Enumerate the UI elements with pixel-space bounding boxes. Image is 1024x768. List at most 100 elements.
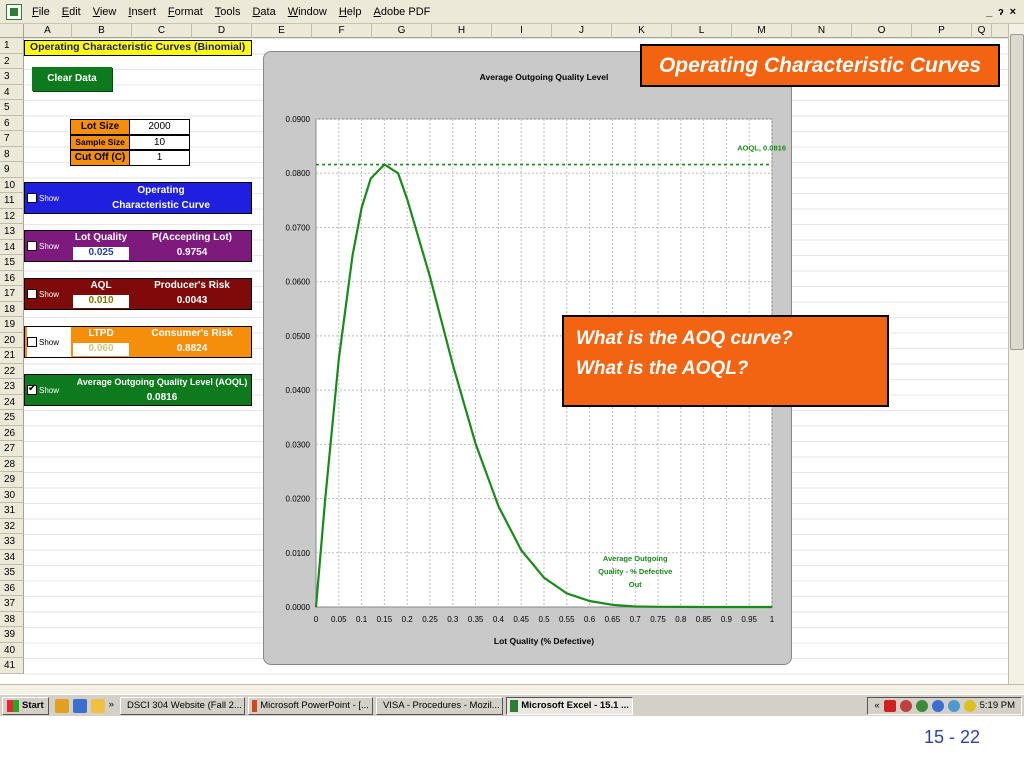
oc-show-toggle[interactable]: Show <box>27 183 71 213</box>
aql-show-toggle[interactable]: Show <box>27 279 71 309</box>
row-header-39[interactable]: 39 <box>0 627 24 643</box>
row-header-10[interactable]: 10 <box>0 177 24 193</box>
update-icon[interactable] <box>947 699 960 712</box>
row-header-23[interactable]: 23 <box>0 379 24 395</box>
aoql-show-checkbox[interactable] <box>27 383 37 395</box>
row-header-11[interactable]: 11 <box>0 193 24 209</box>
row-header-8[interactable]: 8 <box>0 146 24 162</box>
task-excel[interactable]: Microsoft Excel - 15.1 ... <box>505 696 633 715</box>
menu-help[interactable]: Help <box>333 0 368 24</box>
excel-app-icon[interactable] <box>6 3 22 20</box>
row-header-31[interactable]: 31 <box>0 503 24 519</box>
lot-quality-value[interactable]: 0.025 <box>73 247 129 260</box>
column-header-a[interactable]: A <box>24 24 72 38</box>
row-header-9[interactable]: 9 <box>0 162 24 178</box>
lot-size-value[interactable]: 2000 <box>130 119 190 135</box>
oc-show-checkbox[interactable] <box>27 193 37 203</box>
minimize-button[interactable]: _ <box>986 6 992 18</box>
row-header-4[interactable]: 4 <box>0 84 24 100</box>
start-button[interactable]: Start <box>2 696 49 715</box>
column-header-b[interactable]: B <box>72 24 132 38</box>
column-header-g[interactable]: G <box>372 24 432 38</box>
menu-format[interactable]: Format <box>162 0 209 24</box>
ati-icon[interactable] <box>883 699 896 712</box>
menu-view[interactable]: View <box>87 0 123 24</box>
row-header-21[interactable]: 21 <box>0 348 24 364</box>
row-header-3[interactable]: 3 <box>0 69 24 85</box>
row-header-34[interactable]: 34 <box>0 549 24 565</box>
column-header-l[interactable]: L <box>672 24 732 38</box>
task-dsci-website[interactable]: DSCI 304 Website (Fall 2... <box>119 696 245 715</box>
lot-show-toggle[interactable]: Show <box>27 231 71 261</box>
quick-launch-more[interactable]: » <box>109 699 114 713</box>
menu-data[interactable]: Data <box>246 0 281 24</box>
row-header-5[interactable]: 5 <box>0 100 24 116</box>
row-header-29[interactable]: 29 <box>0 472 24 488</box>
column-header-m[interactable]: M <box>732 24 792 38</box>
ltpd-show-toggle[interactable]: Show <box>27 327 71 357</box>
row-header-37[interactable]: 37 <box>0 596 24 612</box>
row-header-2[interactable]: 2 <box>0 53 24 69</box>
close-button[interactable]: × <box>1010 6 1016 18</box>
row-header-28[interactable]: 28 <box>0 456 24 472</box>
row-header-7[interactable]: 7 <box>0 131 24 147</box>
ltpd-show-checkbox[interactable] <box>27 337 37 347</box>
aql-show-checkbox[interactable] <box>27 289 37 299</box>
vertical-scrollbar[interactable] <box>1008 24 1024 684</box>
quick-launch-ie-icon[interactable] <box>72 698 87 713</box>
row-header-12[interactable]: 12 <box>0 208 24 224</box>
row-header-38[interactable]: 38 <box>0 611 24 627</box>
menu-file[interactable]: File <box>26 0 56 24</box>
row-header-33[interactable]: 33 <box>0 534 24 550</box>
sample-size-value[interactable]: 10 <box>130 134 190 150</box>
quick-launch-folder-icon[interactable] <box>54 698 69 713</box>
row-header-36[interactable]: 36 <box>0 580 24 596</box>
messenger-icon[interactable] <box>931 699 944 712</box>
row-header-30[interactable]: 30 <box>0 487 24 503</box>
row-header-24[interactable]: 24 <box>0 394 24 410</box>
row-header-19[interactable]: 19 <box>0 317 24 333</box>
column-header-o[interactable]: O <box>852 24 912 38</box>
restore-button[interactable]: ɂ <box>998 6 1003 18</box>
row-header-25[interactable]: 25 <box>0 410 24 426</box>
cutoff-value[interactable]: 1 <box>130 150 190 166</box>
network-icon[interactable] <box>915 699 928 712</box>
aql-value[interactable]: 0.010 <box>73 295 129 308</box>
row-header-22[interactable]: 22 <box>0 363 24 379</box>
aoql-show-toggle[interactable]: Show <box>27 375 71 405</box>
column-header-j[interactable]: J <box>552 24 612 38</box>
column-header-e[interactable]: E <box>252 24 312 38</box>
row-header-1[interactable]: 1 <box>0 38 24 54</box>
security-icon[interactable] <box>963 699 976 712</box>
row-header-35[interactable]: 35 <box>0 565 24 581</box>
column-header-c[interactable]: C <box>132 24 192 38</box>
sheet-title-cell[interactable]: Operating Characteristic Curves (Binomia… <box>24 40 252 56</box>
row-header-14[interactable]: 14 <box>0 239 24 255</box>
row-header-27[interactable]: 27 <box>0 441 24 457</box>
column-header-n[interactable]: N <box>792 24 852 38</box>
menu-edit[interactable]: Edit <box>56 0 87 24</box>
row-header-20[interactable]: 20 <box>0 332 24 348</box>
column-header-k[interactable]: K <box>612 24 672 38</box>
task-mozilla[interactable]: VISA - Procedures - Mozil... <box>375 696 503 715</box>
menu-tools[interactable]: Tools <box>209 0 247 24</box>
lot-show-checkbox[interactable] <box>27 241 37 251</box>
menu-window[interactable]: Window <box>282 0 333 24</box>
row-header-15[interactable]: 15 <box>0 255 24 271</box>
row-header-6[interactable]: 6 <box>0 115 24 131</box>
task-powerpoint[interactable]: Microsoft PowerPoint - [... <box>247 696 373 715</box>
select-all-corner[interactable] <box>0 24 24 38</box>
tray-expand-button[interactable]: « <box>874 700 879 711</box>
row-header-17[interactable]: 17 <box>0 286 24 302</box>
ltpd-value[interactable]: 0.060 <box>73 343 129 356</box>
clear-data-button[interactable]: Clear Data <box>32 67 112 91</box>
column-header-h[interactable]: H <box>432 24 492 38</box>
menu-adobe-pdf[interactable]: Adobe PDF <box>367 0 436 24</box>
column-header-q[interactable]: Q <box>972 24 992 38</box>
row-header-41[interactable]: 41 <box>0 658 24 674</box>
quick-launch-app-icon[interactable] <box>90 698 105 713</box>
column-header-p[interactable]: P <box>912 24 972 38</box>
row-header-16[interactable]: 16 <box>0 270 24 286</box>
column-header-i[interactable]: I <box>492 24 552 38</box>
horizontal-scrollbar[interactable] <box>0 684 1024 694</box>
